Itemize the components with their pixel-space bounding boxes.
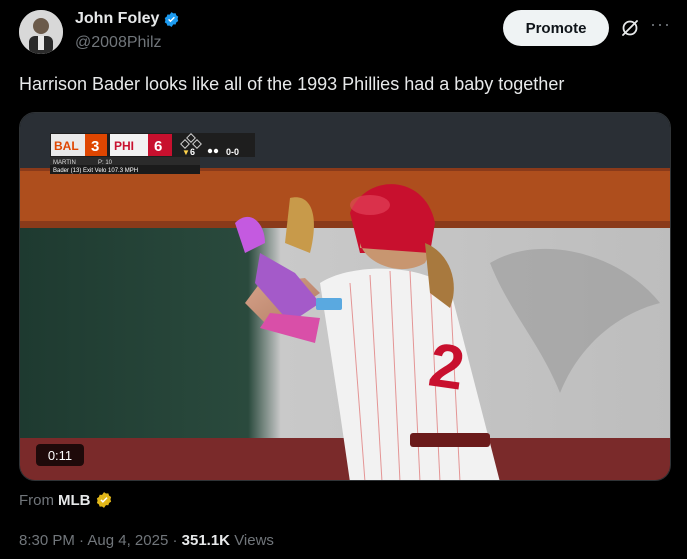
out-dot bbox=[207, 148, 213, 154]
views-label: Views bbox=[234, 532, 274, 549]
author-handle[interactable]: @2008Philz bbox=[75, 34, 162, 52]
profile-photo-icon bbox=[19, 10, 63, 54]
tweet-date[interactable]: Aug 4, 2025 bbox=[87, 532, 168, 549]
gold-verified-icon bbox=[96, 492, 111, 508]
home-team: PHI bbox=[114, 139, 134, 153]
avatar[interactable] bbox=[19, 10, 63, 54]
more-icon[interactable]: ··· bbox=[650, 14, 671, 35]
verified-badge-icon bbox=[165, 11, 179, 27]
inning: 6 bbox=[190, 147, 195, 157]
promote-button[interactable]: Promote bbox=[503, 10, 609, 46]
separator: · bbox=[79, 532, 85, 549]
scorebug: BAL 3 PHI 6 ▼ 6 0-0 MARTIN P: 10 Bader (… bbox=[50, 133, 255, 174]
home-score: 6 bbox=[154, 138, 162, 155]
svg-text:▼: ▼ bbox=[182, 148, 190, 157]
hit-detail: Bader (13) Exit Velo 107.3 MPH bbox=[53, 168, 138, 174]
source-name[interactable]: MLB bbox=[58, 492, 91, 509]
tweet-time[interactable]: 8:30 PM bbox=[19, 532, 75, 549]
author-name-row[interactable]: John Foley bbox=[75, 10, 180, 28]
video-player[interactable]: 2 BAL 3 PHI 6 ▼ 6 0-0 MARTIN P: 10 Bader… bbox=[19, 112, 671, 481]
count: 0-0 bbox=[226, 147, 239, 157]
media-source: From MLB bbox=[19, 491, 113, 509]
source-prefix: From bbox=[19, 491, 54, 509]
away-score: 3 bbox=[91, 138, 99, 155]
display-name[interactable]: John Foley bbox=[75, 10, 159, 28]
video-duration: 0:11 bbox=[36, 444, 84, 466]
separator: · bbox=[172, 532, 178, 549]
views-count: 351.1K bbox=[181, 532, 231, 549]
away-team: BAL bbox=[54, 139, 79, 153]
tweet-meta: 8:30 PM · Aug 4, 2025 · 351.1K Views bbox=[19, 532, 274, 549]
grok-icon[interactable] bbox=[620, 18, 640, 38]
out-dot bbox=[213, 148, 219, 154]
tweet-text: Harrison Bader looks like all of the 199… bbox=[19, 74, 565, 94]
